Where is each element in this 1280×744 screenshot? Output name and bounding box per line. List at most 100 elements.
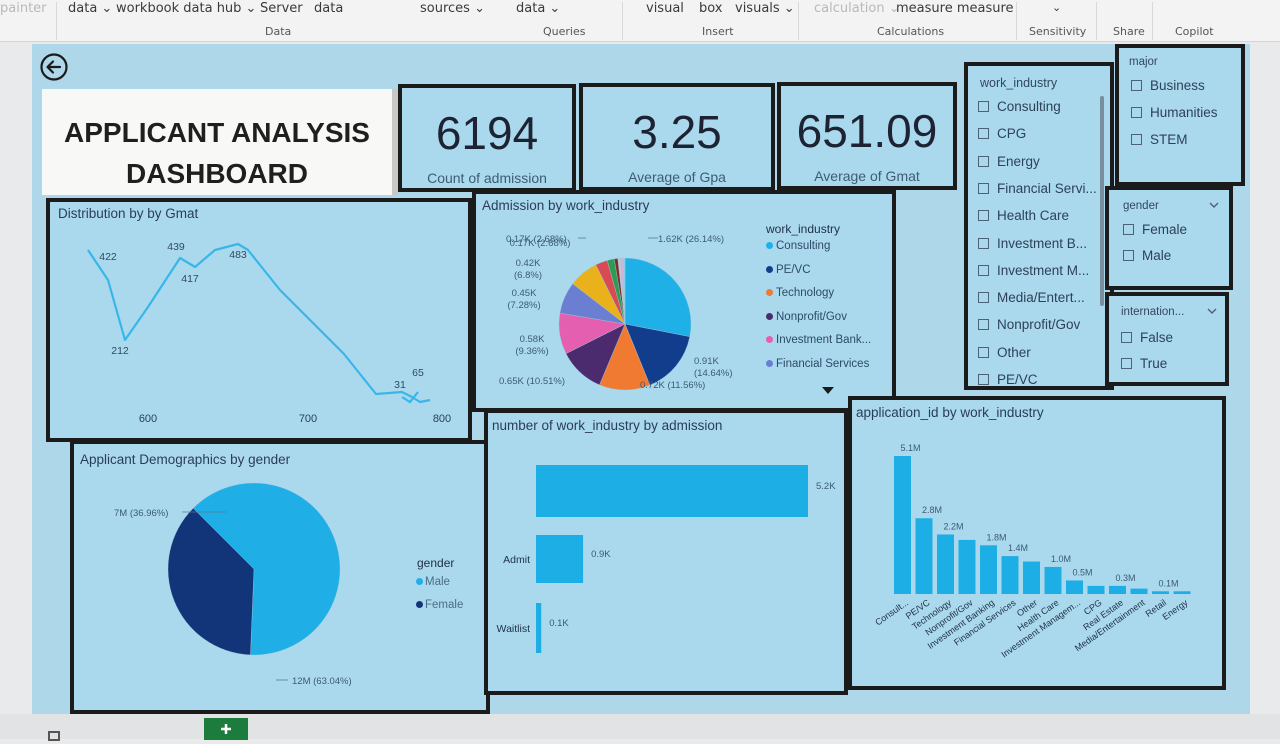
data-label: 0.65K (10.51%): [499, 376, 565, 387]
slicer-option-label: Financial Servi...: [997, 180, 1097, 196]
bar: [958, 539, 976, 594]
checkbox[interactable]: [978, 210, 989, 222]
checkbox[interactable]: [978, 319, 989, 331]
ribbon-new-measure[interactable]: measure measure: [896, 1, 1014, 16]
legend-marker: [766, 265, 773, 273]
back-button[interactable]: [39, 52, 69, 82]
category-label: Waitlist: [497, 623, 531, 635]
slicer-option[interactable]: Energy: [978, 154, 1040, 169]
checkbox[interactable]: [1131, 107, 1142, 118]
data-label: 212: [111, 345, 129, 357]
chart-applicant-demographics-by-gender[interactable]: Applicant Demographics by gender 7M (36.…: [70, 440, 490, 714]
slicer-option[interactable]: CPG: [978, 126, 1026, 141]
slicer-option[interactable]: Investment B...: [978, 236, 1087, 251]
legend-item[interactable]: Nonprofit/Gov: [766, 311, 847, 323]
slicer-work-industry: work_industry Consulting CPG Energy Financi…: [964, 62, 1114, 390]
ribbon-group-data: Data: [265, 25, 292, 38]
ribbon-sensitivity-dropdown[interactable]: ⌄: [1052, 1, 1061, 14]
chevron-down-icon[interactable]: [1209, 202, 1219, 209]
chart-distribution-by-gmat[interactable]: Distribution by by Gmat 422 212 439 417 483 3…: [46, 198, 472, 442]
checkbox[interactable]: [978, 292, 989, 304]
checkbox[interactable]: [1123, 224, 1134, 235]
legend-item[interactable]: Female: [416, 599, 463, 611]
ribbon-transform-data[interactable]: data ⌄: [516, 1, 560, 16]
bar: [536, 535, 584, 583]
checkbox[interactable]: [978, 128, 989, 140]
legend-item[interactable]: Investment Bank...: [766, 334, 871, 346]
slicer-option[interactable]: STEM: [1131, 132, 1188, 147]
ribbon-group-queries: Queries: [543, 25, 586, 38]
legend-marker: [416, 601, 423, 608]
column-chart-svg: 5.1MConsult...2.8MPE/VC2.2MTechnologyNon…: [873, 443, 1191, 660]
slicer-option[interactable]: Consulting: [978, 99, 1061, 114]
checkbox[interactable]: [1121, 358, 1132, 369]
ribbon-enter-data[interactable]: data: [314, 1, 343, 16]
slicer-option[interactable]: Financial Servi...: [978, 181, 1097, 196]
x-tick-label: 600: [139, 413, 157, 425]
legend-label: Consulting: [776, 240, 831, 252]
legend-item[interactable]: PE/VC: [766, 264, 811, 276]
chart-application-id-by-work-industry[interactable]: application_id by work_industry 5.1M Cons…: [848, 396, 1226, 690]
checkbox[interactable]: [1131, 134, 1142, 145]
back-arrow-icon: [40, 53, 68, 81]
add-page-button[interactable]: [204, 718, 248, 740]
ribbon-recent-sources[interactable]: sources ⌄: [420, 1, 485, 16]
kpi-value: 6194: [435, 107, 539, 159]
ribbon-sql-server[interactable]: Server: [260, 1, 303, 16]
slicer-option[interactable]: True: [1121, 356, 1167, 371]
checkbox[interactable]: [978, 374, 989, 385]
checkbox[interactable]: [978, 346, 989, 358]
legend-scroll-down-icon[interactable]: [821, 386, 835, 395]
slicer-title: gender: [1123, 200, 1159, 212]
ribbon-text-box[interactable]: box: [699, 1, 723, 16]
ribbon-format-painter[interactable]: painter: [0, 1, 47, 16]
page-nav-icon[interactable]: [48, 731, 60, 741]
legend-label: Female: [425, 599, 464, 611]
slicer-option[interactable]: Nonprofit/Gov: [978, 317, 1080, 332]
chevron-down-icon[interactable]: [1207, 308, 1217, 315]
slicer-option[interactable]: Other: [978, 345, 1031, 360]
checkbox[interactable]: [1131, 80, 1142, 91]
checkbox[interactable]: [978, 182, 989, 194]
legend-item[interactable]: Financial Services: [766, 358, 869, 370]
slicer-option[interactable]: False: [1121, 330, 1173, 345]
checkbox[interactable]: [978, 237, 989, 249]
checkbox[interactable]: [978, 101, 989, 112]
slicer-option[interactable]: Humanities: [1131, 105, 1218, 120]
data-label: 1.8M: [986, 532, 1006, 542]
page-tabs-bar: [0, 714, 1280, 741]
bar: [536, 603, 542, 653]
legend-item[interactable]: Male: [416, 576, 450, 588]
slicer-option[interactable]: Investment M...: [978, 263, 1089, 278]
checkbox[interactable]: [978, 155, 989, 167]
slicer-scrollbar[interactable]: [1100, 96, 1104, 306]
checkbox[interactable]: [978, 264, 989, 276]
x-tick-label: 800: [433, 413, 451, 425]
ribbon-new-calculation[interactable]: calculation ⌄: [814, 1, 900, 16]
ribbon-new-visual[interactable]: visual: [646, 1, 684, 16]
bar: [1066, 580, 1083, 594]
slicer-option-label: False: [1140, 330, 1174, 345]
slicer-option[interactable]: Business: [1131, 78, 1205, 93]
slicer-option[interactable]: Female: [1123, 222, 1187, 237]
legend-item[interactable]: Technology: [766, 287, 834, 299]
data-label: 0.5M: [1072, 567, 1092, 577]
checkbox[interactable]: [1123, 250, 1134, 261]
slicer-option[interactable]: Health Care: [978, 208, 1069, 223]
kpi-value: 651.09: [796, 105, 938, 157]
chart-work-industry-by-admission[interactable]: number of work_industry by admission 5.2…: [484, 409, 848, 695]
data-label: 0.3M: [1115, 573, 1135, 583]
legend-item[interactable]: Consulting: [766, 240, 830, 252]
ribbon-more-visuals[interactable]: visuals ⌄: [735, 1, 795, 16]
slicer-option-label: True: [1140, 356, 1168, 371]
slicer-option[interactable]: PE/VC: [978, 372, 1038, 387]
slicer-option[interactable]: Male: [1123, 248, 1171, 263]
slicer-option[interactable]: Media/Entert...: [978, 290, 1085, 305]
checkbox[interactable]: [1121, 332, 1132, 343]
ribbon-onelake-data-hub[interactable]: workbook data hub ⌄: [116, 1, 256, 16]
slicer-option-label: Investment M...: [997, 262, 1090, 278]
ribbon-get-data[interactable]: data ⌄: [68, 1, 112, 16]
chart-admission-by-work-industry[interactable]: Admission by work_industry 1.62K (26.14%…: [472, 190, 896, 412]
bar: [536, 465, 808, 517]
data-label: 12M (63.04%): [292, 676, 352, 687]
